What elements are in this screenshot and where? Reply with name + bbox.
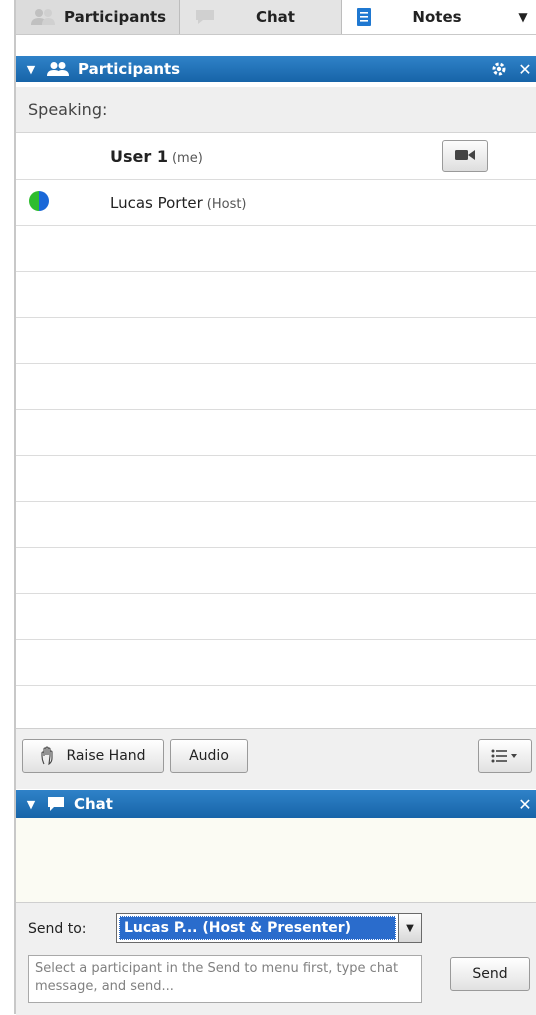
empty-row — [16, 364, 536, 410]
empty-row — [16, 226, 536, 272]
raise-hand-label: Raise Hand — [66, 748, 146, 764]
raise-hand-button[interactable]: Raise Hand — [22, 739, 164, 773]
participant-name: User 1 (me) — [110, 147, 203, 166]
empty-row — [16, 410, 536, 456]
collapse-caret-icon[interactable]: ▼ — [16, 798, 46, 811]
participants-panel-title: Participants — [78, 60, 181, 78]
participant-row-lucas-porter[interactable]: Lucas Porter (Host) — [16, 180, 536, 226]
tab-chat[interactable]: Chat — [180, 0, 342, 34]
speaking-indicator-row: Speaking: — [16, 87, 536, 133]
tab-participants[interactable]: Participants — [16, 0, 180, 34]
speaking-label: Speaking: — [28, 100, 108, 119]
panel-tab-bar: Participants Chat Notes ▼ — [16, 0, 536, 35]
gear-icon[interactable] — [486, 61, 512, 77]
tab-participants-label: Participants — [64, 8, 167, 26]
empty-row — [16, 456, 536, 502]
chat-panel-header[interactable]: ▼ Chat ✕ — [16, 790, 536, 818]
chat-bubble-icon — [194, 8, 216, 26]
participant-name: Lucas Porter (Host) — [110, 193, 247, 212]
chevron-down-icon: ▼ — [518, 10, 528, 24]
close-icon[interactable]: ✕ — [512, 795, 536, 814]
list-options-dropdown[interactable] — [478, 739, 532, 773]
tab-overflow-dropdown[interactable]: ▼ — [508, 0, 536, 34]
list-menu-icon — [491, 749, 519, 763]
participant-row-user-1[interactable]: User 1 (me) — [16, 134, 536, 180]
chat-compose-area: Send to: Lucas P... (Host & Presenter) ▼… — [16, 902, 536, 1015]
chat-message-area — [16, 818, 536, 902]
chat-panel-title: Chat — [74, 795, 113, 813]
raised-hand-icon — [40, 746, 58, 766]
empty-row — [16, 548, 536, 594]
send-to-value: Lucas P... (Host & Presenter) — [119, 916, 396, 940]
send-label: Send — [472, 966, 508, 982]
green-blue-status-orb-icon — [28, 190, 50, 216]
tab-notes[interactable]: Notes — [342, 0, 508, 34]
send-to-label: Send to: — [28, 921, 87, 937]
send-to-select[interactable]: Lucas P... (Host & Presenter) ▼ — [116, 913, 422, 943]
tab-notes-label: Notes — [412, 8, 462, 26]
participants-icon — [46, 61, 70, 77]
notes-icon — [356, 7, 372, 27]
empty-row — [16, 318, 536, 364]
tab-chat-label: Chat — [256, 8, 295, 26]
close-icon[interactable]: ✕ — [512, 60, 536, 79]
audio-button[interactable]: Audio — [170, 739, 248, 773]
empty-row — [16, 594, 536, 640]
chat-bubble-icon — [46, 796, 66, 812]
participants-panel-header[interactable]: ▼ Participants ✕ — [16, 56, 536, 82]
empty-row — [16, 272, 536, 318]
participants-action-bar: Raise Hand Audio — [16, 728, 536, 789]
collapse-caret-icon[interactable]: ▼ — [16, 63, 46, 76]
empty-row — [16, 686, 536, 728]
participants-icon — [30, 8, 56, 26]
empty-row — [16, 502, 536, 548]
audio-label: Audio — [189, 748, 229, 764]
chevron-down-icon[interactable]: ▼ — [399, 913, 422, 943]
webex-panel-frame: Participants Chat Notes ▼ ▼ Participants — [14, 0, 536, 1015]
empty-row — [16, 640, 536, 686]
participant-list: User 1 (me) Lucas Porter (Host) — [16, 134, 536, 728]
send-button[interactable]: Send — [450, 957, 530, 991]
chat-message-input[interactable]: Select a participant in the Send to menu… — [28, 955, 422, 1003]
video-camera-button[interactable] — [442, 140, 488, 172]
video-camera-icon — [455, 147, 475, 165]
